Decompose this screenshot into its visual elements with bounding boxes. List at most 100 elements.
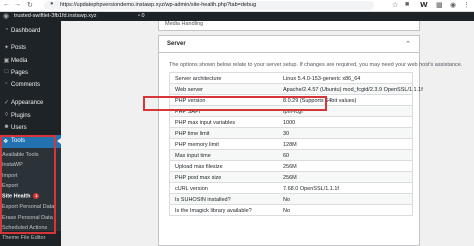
submenu-instawp[interactable]: InstaWP [2,162,23,168]
address-bar[interactable]: ● https://updatephpversiondemo.instawp.x… [44,1,374,10]
row-value: fpm-fcgi [283,108,303,115]
submenu-site-health[interactable]: Site Health 1 [2,193,40,200]
table-row: PHP max input variables 1000 [170,117,412,128]
submenu-import[interactable]: Import [2,173,18,179]
comments-count: 0 [141,13,145,19]
profile-icon[interactable]: ◉ [450,1,456,9]
wordpress-logo-icon[interactable]: ◉ [3,12,9,20]
pin-icon: ✦ [3,45,10,51]
row-value: 128M [283,141,297,148]
extension-w-icon[interactable]: W [420,1,428,9]
arrow-left-icon[interactable]: ← [3,1,10,8]
sidebar-item-users[interactable]: ☻ Users [0,122,61,134]
row-key: Upload max filesize [175,163,223,170]
row-key: PHP time limit [175,130,210,137]
table-row: PHP post max size 256M [170,172,412,183]
server-section-title: Server [167,41,186,47]
reload-icon[interactable]: ↻ [27,1,33,9]
page-icon: □ [4,69,9,75]
row-key: Web server [175,86,204,93]
extensions-icon[interactable]: ▩ [436,1,443,9]
submenu-export-personal-data[interactable]: Export Personal Data [2,204,54,210]
table-row: Is the Imagick library available? No [170,205,412,216]
row-value: 7.68.0 OpenSSL/1.1.1f [283,185,339,192]
media-handling-panel[interactable]: Media Handling [158,21,420,31]
row-key: Max input time [175,152,211,159]
admin-sidebar: ◔ Dashboard ✦ Posts ▣ Media □ Pages ▫ Co… [0,21,61,246]
server-info-table: Server architecture Linux 5.4.0-153-gener… [169,72,423,216]
sidebar-item-label: Media [11,57,28,64]
row-key: PHP max input variables [175,119,236,126]
tools-submenu: ❖ Tools Available Tools InstaWP Import E… [0,135,61,231]
row-key: PHP memory limit [175,141,219,148]
row-value: 30 [283,130,290,137]
row-value: 60 [283,152,290,159]
row-key: PHP version [175,97,206,104]
sidebar-item-label: Dashboard [11,27,41,34]
bookmark-star-icon[interactable]: ☆ [392,1,398,9]
arrow-right-icon[interactable]: → [14,1,21,8]
sidebar-item-pages[interactable]: □ Pages [0,67,61,79]
row-value: No [283,207,291,214]
table-row: Max input time 60 [170,150,412,161]
sidebar-item-label: Appearance [11,99,44,106]
row-key: Is the Imagick library available? [175,207,252,214]
row-value: 1000 [283,119,296,126]
sidebar-item-label: Plugins [11,112,31,119]
table-row: Web server Apache/2.4.57 (Ubuntu) mod_fcg… [170,84,423,95]
table-row: Server architecture Linux 5.4.0-153-gener… [170,73,412,84]
user-icon: ☻ [3,124,10,130]
row-key: PHP post max size [175,174,222,181]
sidebar-item-label: Tools [11,138,26,144]
table-row: Is SUHOSIN installed? No [170,194,412,205]
dashboard-icon: ◔ [4,27,9,33]
comments-counter[interactable]: ▫ 0 [138,13,145,19]
sidebar-item-appearance[interactable]: ✓ Appearance [0,97,61,109]
row-value: 256M [283,174,297,181]
submenu-label: Site Health [2,193,31,200]
submenu-available-tools[interactable]: Available Tools [2,152,39,158]
sidebar-item-posts[interactable]: ✦ Posts [0,42,61,54]
extension-puzzle-icon[interactable]: ■ [405,1,409,8]
sidebar-item-label: Comments [11,81,41,88]
wrench-icon: ❖ [3,139,9,145]
site-health-badge: 1 [33,193,40,199]
chevron-up-icon: ⌃ [405,41,411,48]
row-key: PHP SAPI [175,108,201,115]
wp-admin-bar: ◉ trusted-swiftlet-3fb1fd.instawp.xyz ▫ … [0,12,474,21]
sidebar-item-tools[interactable]: ❖ Tools [0,135,61,148]
sidebar-item-dashboard[interactable]: ◔ Dashboard [0,25,61,37]
table-row: cURL version 7.68.0 OpenSSL/1.1.1f [170,183,412,194]
row-key: Server architecture [175,75,222,82]
sidebar-item-comments[interactable]: ▫ Comments [0,79,61,91]
row-value: Linux 5.4.0-153-generic x86_64 [283,75,361,82]
browser-toolbar: ← → ↻ ● https://updatephpversiondemo.ins… [0,0,474,12]
row-key: cURL version [175,185,208,192]
table-row: PHP version 8.0.29 (Supports 64bit values… [170,95,412,106]
media-icon: ▣ [3,58,10,64]
row-value: 256M [283,163,297,170]
url-text: https://updatephpversiondemo.instawp.xyz… [60,2,257,8]
row-value: No [283,196,291,203]
row-key: Is SUHOSIN installed? [175,196,231,203]
sidebar-item-label: Users [11,124,27,131]
table-row: Upload max filesize 256M [170,161,412,172]
table-row: PHP time limit 30 [170,128,412,139]
server-accordion-toggle[interactable]: Server ⌃ [158,35,420,53]
sidebar-item-media[interactable]: ▣ Media [0,55,61,67]
submenu-export[interactable]: Export [2,183,18,189]
sidebar-item-label: Pages [11,69,29,76]
brush-icon: ✓ [3,100,10,106]
server-panel: The options shown below relate to your s… [158,53,462,246]
sidebar-item-plugins[interactable]: ◊ Plugins [0,110,61,122]
main-content: Media Handling Server ⌃ The options show… [61,21,474,246]
submenu-theme-file-editor[interactable]: Theme File Editor [2,235,45,241]
row-value: Apache/2.4.57 (Ubuntu) mod_fcgid/2.3.9 O… [283,86,423,93]
submenu-erase-personal-data[interactable]: Erase Personal Data [2,215,53,221]
server-description: The options shown below relate to your s… [169,62,463,68]
menu-dots-icon[interactable]: ⋮ [463,1,470,9]
submenu-scheduled-actions[interactable]: Scheduled Actions [2,225,47,231]
table-row: PHP memory limit 128M [170,139,412,150]
site-name-link[interactable]: trusted-swiftlet-3fb1fd.instawp.xyz [14,13,97,19]
row-value: 8.0.29 (Supports 64bit values) [283,97,357,104]
